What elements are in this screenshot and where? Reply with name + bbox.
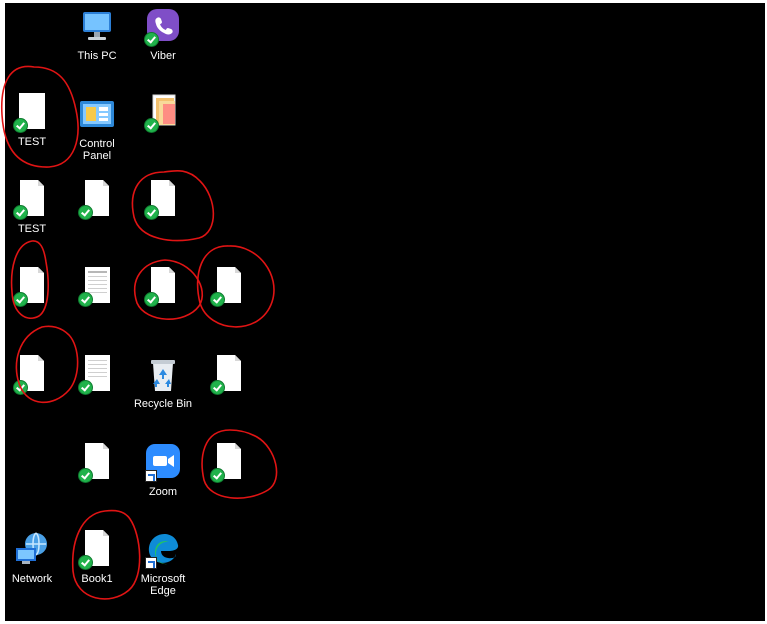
sync-status-icon xyxy=(211,469,224,482)
desktop: This PC Viber TEST Control Panel TEST Re… xyxy=(5,3,765,621)
document-icon xyxy=(77,530,117,570)
sync-status-icon xyxy=(14,206,27,219)
document-icon xyxy=(12,355,52,395)
zoom-icon xyxy=(143,443,183,483)
desktop-icon-label: Book1 xyxy=(81,573,113,585)
desktop-icon-folder[interactable] xyxy=(131,93,195,136)
sync-status-icon xyxy=(14,381,27,394)
desktop-icon-test-document[interactable]: TEST xyxy=(5,93,64,148)
desktop-icon-microsoft-edge[interactable]: Microsoft Edge xyxy=(131,530,195,597)
desktop-icon-document[interactable] xyxy=(197,267,261,310)
desktop-icon-zoom[interactable]: Zoom xyxy=(131,443,195,498)
desktop-icon-this-pc[interactable]: This PC xyxy=(65,7,129,62)
desktop-icon-document[interactable] xyxy=(197,355,261,398)
shortcut-arrow-icon xyxy=(145,470,157,482)
sync-status-icon xyxy=(211,293,224,306)
document-icon xyxy=(77,180,117,220)
desktop-icon-label: Viber xyxy=(150,50,176,62)
desktop-icon-viber[interactable]: Viber xyxy=(131,7,195,62)
document-icon xyxy=(12,180,52,220)
sync-status-icon xyxy=(211,381,224,394)
desktop-icon-document[interactable] xyxy=(197,443,261,486)
network-icon xyxy=(12,530,52,570)
desktop-icon-label: Network xyxy=(11,573,53,585)
recycle-bin-icon xyxy=(143,355,183,395)
desktop-icon-document[interactable] xyxy=(65,180,129,223)
document-icon xyxy=(209,355,249,395)
desktop-icon-form-document[interactable] xyxy=(65,355,129,398)
desktop-icon-document[interactable] xyxy=(131,180,195,223)
document-icon xyxy=(143,267,183,307)
desktop-icon-document[interactable] xyxy=(131,267,195,310)
desktop-icon-form-document[interactable] xyxy=(65,267,129,310)
sync-status-icon xyxy=(79,293,92,306)
desktop-icon-label: Zoom xyxy=(148,486,178,498)
desktop-icon-test-document-2[interactable]: TEST xyxy=(5,180,64,235)
desktop-icon-book1[interactable]: Book1 xyxy=(65,530,129,585)
desktop-icon-recycle-bin[interactable]: Recycle Bin xyxy=(131,355,195,410)
document-icon xyxy=(209,267,249,307)
folder-icon xyxy=(143,93,183,133)
desktop-icon-document[interactable] xyxy=(65,443,129,486)
sync-status-icon xyxy=(79,469,92,482)
desktop-icon-label: TEST xyxy=(17,223,47,235)
this-pc-icon xyxy=(77,7,117,47)
control-panel-icon xyxy=(77,95,117,135)
desktop-icon-label: This PC xyxy=(77,50,117,62)
desktop-icon-label: Microsoft Edge xyxy=(140,573,186,597)
document-icon xyxy=(12,93,52,133)
desktop-icon-document[interactable] xyxy=(5,267,64,310)
sync-status-icon xyxy=(145,293,158,306)
desktop-icon-document[interactable] xyxy=(5,355,64,398)
desktop-icon-control-panel[interactable]: Control Panel xyxy=(65,95,129,162)
document-icon xyxy=(209,443,249,483)
edge-icon xyxy=(143,530,183,570)
sync-status-icon xyxy=(14,293,27,306)
document-icon xyxy=(77,443,117,483)
document-icon xyxy=(12,267,52,307)
form-document-icon xyxy=(77,267,117,307)
sync-status-icon xyxy=(79,206,92,219)
desktop-icon-network[interactable]: Network xyxy=(5,530,64,585)
form-document-icon xyxy=(77,355,117,395)
shortcut-arrow-icon xyxy=(145,557,157,569)
document-icon xyxy=(143,180,183,220)
sync-status-icon xyxy=(145,119,158,132)
sync-status-icon xyxy=(145,206,158,219)
desktop-icon-label: Recycle Bin xyxy=(133,398,193,410)
sync-status-icon xyxy=(79,381,92,394)
sync-status-icon xyxy=(145,33,158,46)
viber-icon xyxy=(143,7,183,47)
sync-status-icon xyxy=(79,556,92,569)
sync-status-icon xyxy=(14,119,27,132)
desktop-icon-label: Control Panel xyxy=(79,138,115,162)
desktop-icon-label: TEST xyxy=(17,136,47,148)
